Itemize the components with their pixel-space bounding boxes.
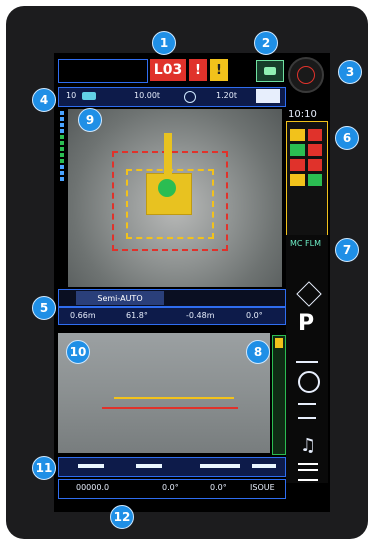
clock: 10:10 [288,109,317,120]
status-value-3: 1.20t [216,91,237,100]
gauge-4-bar [252,464,276,468]
callout-10: 10 [66,340,90,364]
warning-icon: ! [216,62,222,78]
gauge-3-bar [200,464,240,468]
guide-line-2 [102,407,238,409]
wiper-icon[interactable] [296,345,318,363]
alarm-code-badge[interactable]: L03 [150,59,186,81]
callout-11: 11 [32,456,56,480]
gauge-1-bar [78,464,104,468]
mc-flm-indicator[interactable]: MC FLM [290,239,321,248]
alert-icon: ! [195,62,201,78]
operator-icon[interactable] [298,371,320,393]
filter-icon [290,174,305,186]
temp-warning-icon [307,129,322,141]
callout-5: 5 [32,296,56,320]
semi-auto-label: Semi-AUTO [97,293,143,303]
reading-3: -0.48m [186,311,215,320]
bucket-button[interactable] [256,89,280,103]
warning-badge[interactable]: ! [210,59,228,81]
gear-icon [307,174,322,186]
semi-auto-badge[interactable]: Semi-AUTO [76,291,164,305]
right-level-indicator [272,335,286,455]
callout-3: 3 [338,60,362,84]
header-left-box [58,59,148,83]
compass-button[interactable] [288,57,324,93]
status-value-2: 10.00t [134,91,161,100]
gauge-2-bar [136,464,162,468]
work-mode-icon[interactable] [298,403,316,419]
machine-icon [264,67,276,75]
reading-4: 0.0° [246,311,263,320]
callout-1: 1 [152,31,176,55]
music-icon[interactable]: ♫ [300,435,316,456]
engine-warning-icon [290,129,305,141]
callout-7: 7 [335,238,359,262]
status-text: ISOUE [250,483,275,492]
callout-8: 8 [246,340,270,364]
oil-icon [290,159,305,171]
status-value-1: 10 [66,91,77,100]
callout-6: 6 [335,126,359,150]
callout-9: 9 [78,108,102,132]
left-level-indicator [60,111,64,183]
reading-2: 61.8° [126,311,148,320]
reading-1: 0.66m [70,311,96,320]
guide-line-1 [114,397,234,399]
machine-status-button[interactable] [256,60,284,82]
mc-label: MC [290,239,303,248]
callout-2: 2 [254,31,278,55]
alarm-code-text: L03 [153,62,183,78]
compass-icon [297,66,315,84]
flm-label: FLM [305,239,322,248]
angle-1: 0.0° [162,483,179,492]
menu-icon[interactable] [298,463,318,481]
coolant-icon [307,159,322,171]
angle-2: 0.0° [210,483,227,492]
warning-grid [290,129,322,193]
excavator-cab [158,179,176,197]
hour-counter: 00000.0 [76,483,110,492]
hook-icon [184,91,196,103]
callout-4: 4 [32,88,56,112]
excavator-arm [164,133,172,177]
parking-brake-indicator[interactable]: P [298,311,314,336]
load-icon [82,92,96,100]
battery-icon [290,144,305,156]
callout-12: 12 [110,505,134,529]
fuel-icon [307,144,322,156]
alert-badge[interactable]: ! [189,59,207,81]
